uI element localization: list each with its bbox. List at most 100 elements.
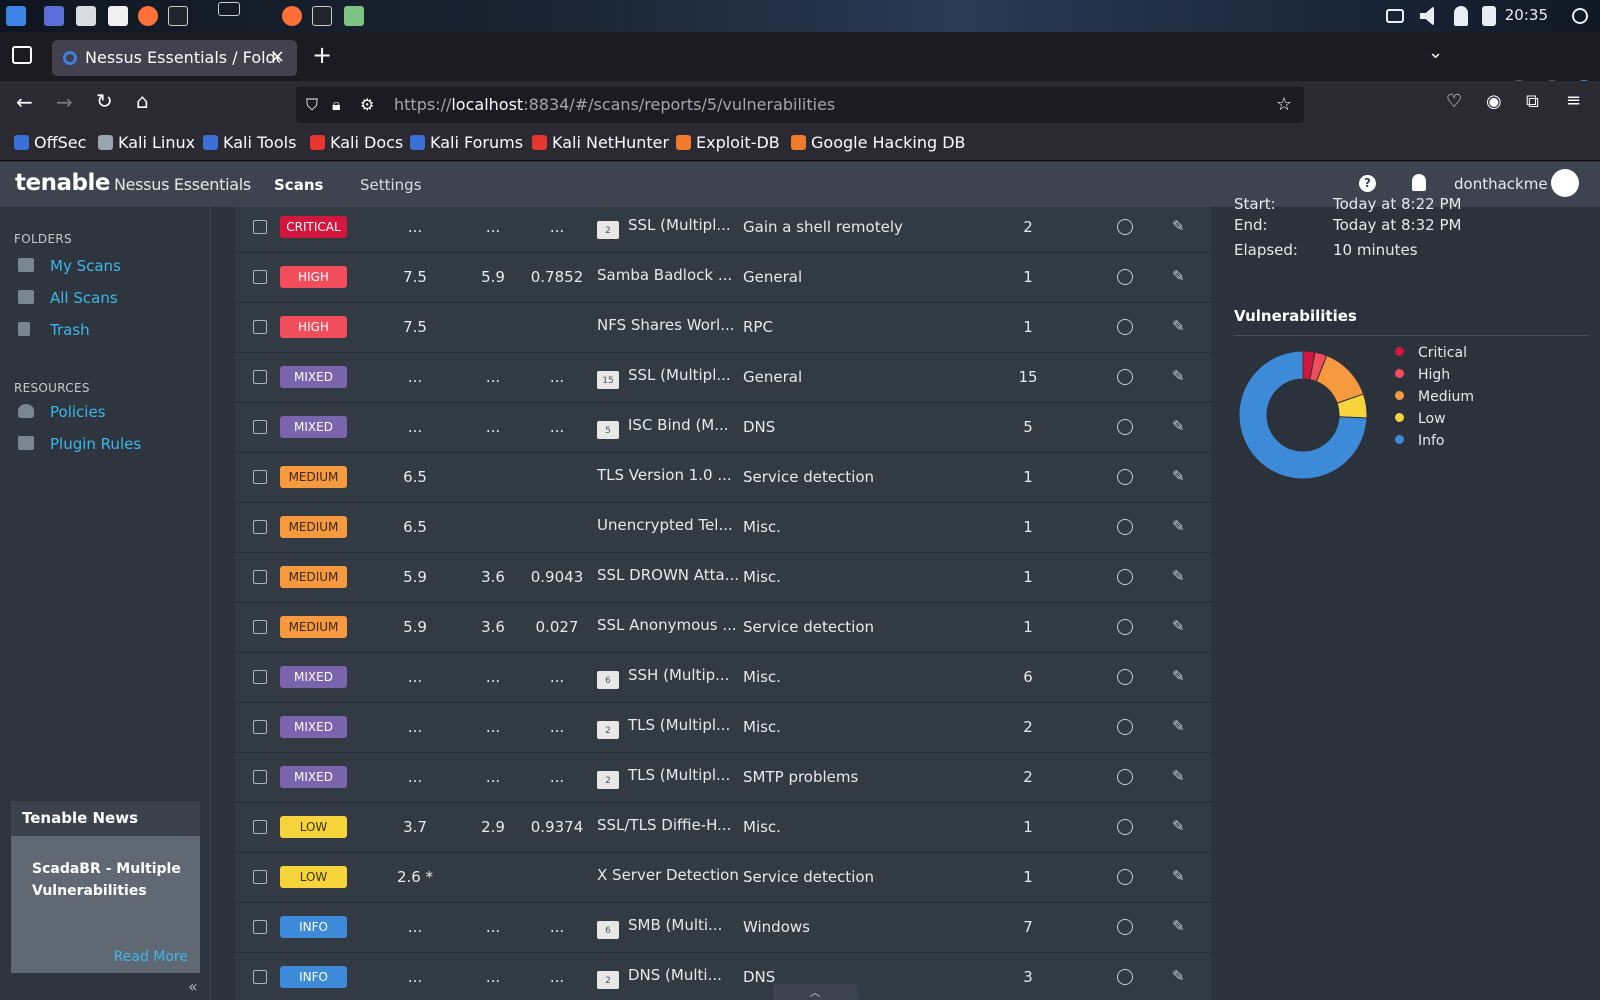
- edit-pencil-icon[interactable]: ✎: [1172, 717, 1185, 735]
- terminal-window-icon[interactable]: [312, 6, 332, 26]
- tab-close-icon[interactable]: ×: [270, 46, 285, 67]
- table-row[interactable]: HIGH 7.5 5.9 0.7852 Samba Badlock ... General…: [235, 252, 1211, 303]
- legend-item-medium[interactable]: Medium: [1395, 389, 1474, 405]
- edit-pencil-icon[interactable]: ✎: [1172, 567, 1185, 585]
- table-row[interactable]: MIXED......... 5 ISC Bind (M... DNS 5 ✎: [235, 402, 1211, 453]
- table-row[interactable]: MIXED......... 2 TLS (Multipl... Misc. 2 ✎: [235, 702, 1211, 753]
- bookmark-star-icon[interactable]: ☆: [1276, 94, 1292, 115]
- table-row[interactable]: MIXED......... 6 SSH (Multip... Misc. 6 ✎: [235, 652, 1211, 703]
- legend-item-high[interactable]: High: [1395, 367, 1450, 383]
- firefox-window-icon[interactable]: [282, 6, 302, 26]
- collapse-sidebar-icon[interactable]: «: [188, 977, 198, 996]
- plugin-name[interactable]: 5 ISC Bind (M...: [597, 416, 729, 439]
- back-icon[interactable]: ←: [16, 90, 33, 114]
- bookmark-kali-forums[interactable]: Kali Forums: [410, 133, 523, 152]
- table-row[interactable]: MIXED......... 2 TLS (Multipl... SMTP probl…: [235, 752, 1211, 803]
- edit-pencil-icon[interactable]: ✎: [1172, 467, 1185, 485]
- check-circle-icon[interactable]: [1117, 619, 1133, 635]
- check-circle-icon[interactable]: [1117, 519, 1133, 535]
- row-checkbox[interactable]: [253, 670, 267, 684]
- reload-icon[interactable]: ↻: [96, 89, 113, 113]
- image-viewer-icon[interactable]: [344, 6, 364, 26]
- plugin-name[interactable]: SSL DROWN Atta...: [597, 566, 739, 584]
- check-circle-icon[interactable]: [1117, 969, 1133, 985]
- row-checkbox[interactable]: [253, 620, 267, 634]
- edit-pencil-icon[interactable]: ✎: [1172, 967, 1185, 985]
- row-checkbox[interactable]: [253, 370, 267, 384]
- check-circle-icon[interactable]: [1117, 919, 1133, 935]
- bookmark-kali-docs[interactable]: Kali Docs: [310, 133, 403, 152]
- table-row[interactable]: MEDIUM 6.5 TLS Version 1.0 ... Service dete…: [235, 452, 1211, 503]
- row-checkbox[interactable]: [253, 420, 267, 434]
- browser-tab-active[interactable]: Nessus Essentials / Folder ×: [52, 40, 297, 76]
- scroll-to-top-icon[interactable]: ︿: [773, 984, 857, 1000]
- plugin-name[interactable]: 2 SSL (Multipl...: [597, 216, 731, 239]
- plugin-name[interactable]: TLS Version 1.0 ...: [597, 466, 732, 484]
- plugin-name[interactable]: SSL/TLS Diffie-H...: [597, 816, 731, 834]
- extensions-icon[interactable]: ⧉: [1526, 91, 1539, 112]
- row-checkbox[interactable]: [253, 820, 267, 834]
- edit-pencil-icon[interactable]: ✎: [1172, 817, 1185, 835]
- row-checkbox[interactable]: [253, 220, 267, 234]
- table-row[interactable]: LOW 3.7 2.9 0.9374 SSL/TLS Diffie-H... Misc. 1…: [235, 802, 1211, 853]
- sidebar-item-plugin-rules[interactable]: Plugin Rules: [18, 435, 141, 453]
- sidebar-item-all-scans[interactable]: All Scans: [18, 289, 118, 307]
- row-checkbox[interactable]: [253, 570, 267, 584]
- pocket-icon[interactable]: ♡: [1446, 91, 1462, 112]
- bookmark-kali-linux[interactable]: Kali Linux: [98, 133, 195, 152]
- tenable-logo[interactable]: tenable Nessus Essentials: [15, 170, 251, 196]
- bookmark-kali-tools[interactable]: Kali Tools: [203, 133, 296, 152]
- firefox-icon[interactable]: [138, 6, 158, 26]
- table-row[interactable]: MIXED......... 15 SSL (Multipl... General 15…: [235, 352, 1211, 403]
- edit-pencil-icon[interactable]: ✎: [1172, 767, 1185, 785]
- legend-item-low[interactable]: Low: [1395, 411, 1446, 427]
- hamburger-menu-icon[interactable]: ≡: [1566, 90, 1581, 111]
- check-circle-icon[interactable]: [1117, 269, 1133, 285]
- bookmark-offsec[interactable]: OffSec: [14, 133, 86, 152]
- edit-pencil-icon[interactable]: ✎: [1172, 417, 1185, 435]
- edit-pencil-icon[interactable]: ✎: [1172, 617, 1185, 635]
- check-circle-icon[interactable]: [1117, 719, 1133, 735]
- sidebar-item-my-scans[interactable]: My Scans: [18, 257, 121, 275]
- row-checkbox[interactable]: [253, 970, 267, 984]
- sidebar-item-policies[interactable]: Policies: [18, 403, 105, 421]
- check-circle-icon[interactable]: [1117, 669, 1133, 685]
- sidebar-item-trash[interactable]: Trash: [18, 321, 90, 339]
- bookmark-exploit-db[interactable]: Exploit-DB: [676, 133, 780, 152]
- lock-icon[interactable]: 🔒︎: [332, 95, 341, 115]
- forward-icon[interactable]: →: [56, 90, 73, 114]
- check-circle-icon[interactable]: [1117, 569, 1133, 585]
- username[interactable]: donthackme: [1454, 175, 1548, 193]
- edit-pencil-icon[interactable]: ✎: [1172, 917, 1185, 935]
- notification-bell-icon[interactable]: [1412, 174, 1426, 191]
- file-manager-icon[interactable]: [76, 6, 96, 26]
- edit-pencil-icon[interactable]: ✎: [1172, 217, 1185, 235]
- edit-pencil-icon[interactable]: ✎: [1172, 517, 1185, 535]
- edit-pencil-icon[interactable]: ✎: [1172, 317, 1185, 335]
- news-headline[interactable]: ScadaBR - Multiple Vulnerabilities: [32, 858, 192, 902]
- check-circle-icon[interactable]: [1117, 769, 1133, 785]
- bookmark-google-hacking-db[interactable]: Google Hacking DB: [791, 133, 966, 152]
- volume-icon[interactable]: [1420, 6, 1434, 26]
- table-row[interactable]: CRITICAL......... 2 SSL (Multipl... Gain a …: [235, 207, 1211, 253]
- kali-menu-icon[interactable]: [6, 6, 26, 26]
- plugin-name[interactable]: X Server Detection: [597, 866, 739, 884]
- plugin-name[interactable]: SSL Anonymous ...: [597, 616, 737, 634]
- terminal-icon[interactable]: [168, 6, 188, 26]
- vulnerabilities-donut-chart[interactable]: [1238, 350, 1368, 480]
- nav-settings[interactable]: Settings: [360, 176, 422, 194]
- user-avatar-icon[interactable]: [1551, 169, 1579, 197]
- new-tab-icon[interactable]: +: [312, 41, 332, 69]
- plugin-name[interactable]: Unencrypted Tel...: [597, 516, 733, 534]
- workspace-icon[interactable]: [218, 2, 240, 16]
- row-checkbox[interactable]: [253, 720, 267, 734]
- text-editor-icon[interactable]: [108, 6, 128, 26]
- tab-list-chevron-icon[interactable]: ⌄: [1428, 42, 1443, 63]
- table-row[interactable]: INFO......... 2 DNS (Multi... DNS 3 ✎: [235, 952, 1211, 1000]
- legend-item-info[interactable]: Info: [1395, 433, 1445, 449]
- notification-bell-icon[interactable]: [1454, 6, 1468, 26]
- row-checkbox[interactable]: [253, 320, 267, 334]
- check-circle-icon[interactable]: [1117, 319, 1133, 335]
- home-icon[interactable]: ⌂: [136, 89, 149, 113]
- news-read-more-link[interactable]: Read More: [114, 949, 188, 965]
